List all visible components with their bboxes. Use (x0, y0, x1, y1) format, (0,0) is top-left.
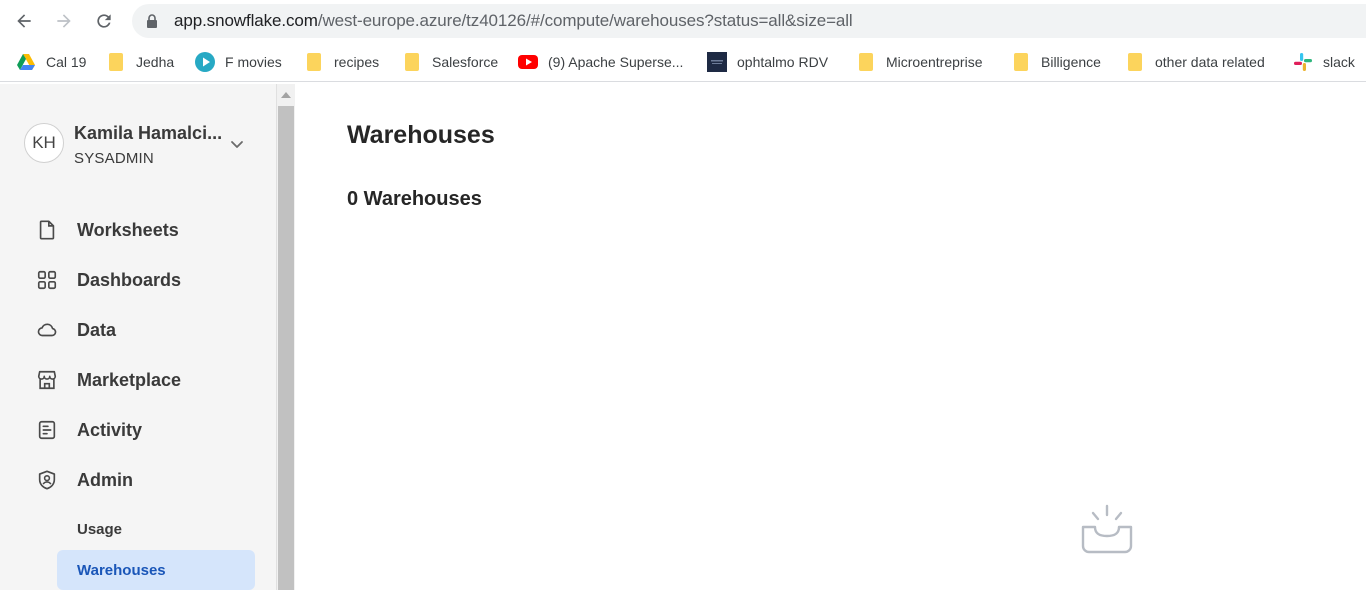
empty-inbox-icon (1081, 504, 1133, 554)
bookmark-microentreprise[interactable]: Microentreprise (856, 52, 982, 72)
forward-arrow-icon (57, 14, 71, 28)
sidebar-item-label: Admin (77, 469, 133, 490)
user-name: Kamila Hamalci... (74, 123, 223, 143)
bookmarks-bar: Cal 19 Jedha F movies recipes Salesforce… (0, 42, 1366, 82)
folder-icon (1014, 53, 1028, 71)
grid-icon (34, 267, 60, 293)
sidebar-item-admin[interactable]: Admin (34, 465, 264, 495)
sidebar-item-activity[interactable]: Activity (34, 415, 264, 445)
scroll-up-arrow-icon[interactable] (281, 92, 291, 98)
bookmark-other-data-related[interactable]: other data related (1125, 52, 1265, 72)
main-content: Warehouses 0 Warehouses (296, 84, 1366, 590)
bookmark-label: ophtalmo RDV (737, 54, 829, 70)
url-text: app.snowflake.com/west-europe.azure/tz40… (174, 11, 853, 31)
sidebar-scrollbar[interactable] (276, 84, 295, 590)
sidebar-item-marketplace[interactable]: Marketplace (34, 365, 264, 395)
forward-button[interactable] (52, 9, 76, 33)
sidebar: KH Kamila Hamalci... SYSADMIN Worksheets… (0, 84, 276, 590)
bookmark-label: recipes (334, 54, 380, 70)
bookmark-salesforce[interactable]: Salesforce (402, 52, 498, 72)
folder-icon (859, 53, 873, 71)
folder-icon (109, 53, 123, 71)
sidebar-item-dashboards[interactable]: Dashboards (34, 265, 264, 295)
avatar: KH (24, 123, 64, 163)
user-menu[interactable]: KH Kamila Hamalci... SYSADMIN (24, 123, 254, 173)
bookmark-jedha[interactable]: Jedha (106, 52, 174, 72)
chevron-down-icon[interactable] (229, 136, 245, 152)
youtube-icon (518, 55, 538, 69)
folder-icon (1128, 53, 1142, 71)
slack-icon (1294, 53, 1312, 71)
url-host: app.snowflake.com (174, 11, 318, 30)
bookmark-label: slack (1323, 54, 1355, 70)
scrollbar-thumb[interactable] (278, 106, 294, 590)
user-role: SYSADMIN (74, 150, 154, 167)
bookmark-apache-superset[interactable]: (9) Apache Superse... (518, 52, 683, 72)
activity-icon (34, 417, 60, 443)
lock-icon (147, 14, 157, 28)
bookmark-label: (9) Apache Superse... (548, 54, 684, 70)
sidebar-item-label: Activity (77, 419, 143, 440)
folder-icon (405, 53, 419, 71)
bookmark-label: Cal 19 (46, 54, 87, 70)
sidebar-subitem-usage[interactable]: Usage (57, 509, 255, 549)
sidebar-item-label: Worksheets (77, 219, 179, 240)
bookmark-label: Jedha (136, 54, 175, 70)
reload-icon (97, 14, 111, 28)
bookmark-label: Billigence (1041, 54, 1101, 70)
reload-button[interactable] (92, 9, 116, 33)
bookmark-label: F movies (225, 54, 282, 70)
sidebar-item-label: Dashboards (77, 269, 182, 290)
bookmark-billigence[interactable]: Billigence (1011, 52, 1101, 72)
sidebar-item-data[interactable]: Data (34, 315, 264, 345)
bookmark-cal-19[interactable]: Cal 19 (16, 52, 86, 72)
bookmark-ophtalmo-rdv[interactable]: ophtalmo RDV (707, 52, 828, 72)
sidebar-item-label: Marketplace (77, 369, 182, 390)
back-arrow-icon (17, 14, 31, 28)
storefront-icon (34, 367, 60, 393)
warehouse-count: 0 Warehouses (347, 188, 482, 210)
sidebar-item-worksheets[interactable]: Worksheets (34, 215, 264, 245)
bookmark-f-movies[interactable]: F movies (195, 52, 282, 72)
address-bar[interactable]: app.snowflake.com/west-europe.azure/tz40… (132, 4, 1366, 38)
bookmark-slack[interactable]: slack (1293, 52, 1355, 72)
site-thumbnail-icon (707, 52, 727, 72)
bookmark-label: Salesforce (432, 54, 499, 70)
bookmark-label: Microentreprise (886, 54, 983, 70)
sidebar-subitem-warehouses[interactable]: Warehouses (57, 550, 255, 590)
google-drive-icon (17, 54, 35, 70)
shield-user-icon (34, 467, 60, 493)
document-icon (34, 217, 60, 243)
browser-toolbar: app.snowflake.com/west-europe.azure/tz40… (0, 0, 1366, 42)
sidebar-item-label: Data (77, 319, 117, 340)
folder-icon (307, 53, 321, 71)
page-title: Warehouses (347, 121, 495, 149)
bookmark-recipes[interactable]: recipes (304, 52, 379, 72)
play-icon (195, 52, 215, 72)
bookmark-label: other data related (1155, 54, 1265, 70)
back-button[interactable] (12, 9, 36, 33)
url-path: /west-europe.azure/tz40126/#/compute/war… (317, 11, 853, 30)
cloud-icon (34, 317, 60, 343)
